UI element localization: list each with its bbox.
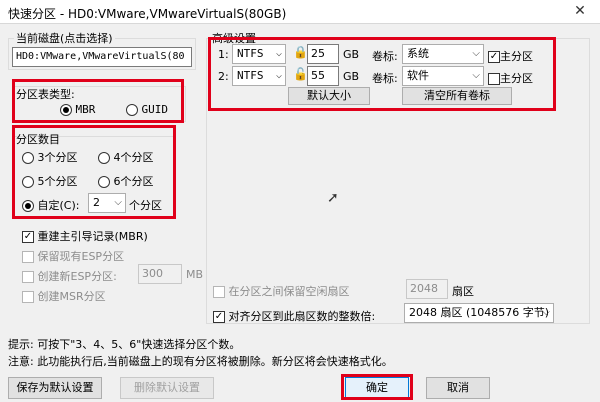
esp-size-input[interactable]: 300	[138, 264, 182, 284]
save-default-button[interactable]: 保存为默认设置	[8, 377, 102, 399]
align-select[interactable]: 2048 扇区 (1048576 字节) ⌵	[404, 303, 554, 323]
check-align-label: 对齐分区到此扇区数的整数倍:	[228, 310, 376, 323]
check-align[interactable]: ✓ 对齐分区到此扇区数的整数倍:	[213, 308, 375, 324]
reserve-unit: 扇区	[452, 285, 474, 298]
disk-selector[interactable]: HD0:VMware,VMwareVirtualS(80	[12, 47, 192, 67]
chevron-down-icon: ⌵	[542, 307, 550, 318]
check-create-msr-icon[interactable]	[22, 291, 34, 303]
hint-note: 注意: 此功能执行后,当前磁盘上的现有分区将被删除。新分区将会快速格式化。	[8, 355, 393, 368]
esp-size-unit: MB	[186, 268, 204, 281]
check-reserve-icon[interactable]	[213, 286, 225, 298]
check-keep-esp[interactable]: 保留现有ESP分区	[22, 248, 124, 264]
cancel-button[interactable]: 取消	[426, 377, 490, 399]
check-create-esp-icon[interactable]	[22, 271, 34, 283]
check-reserve-label: 在分区之间保留空闲扇区	[228, 285, 350, 298]
check-keep-esp-label: 保留现有ESP分区	[37, 250, 125, 263]
hint-tip: 提示: 可按下"3、4、5、6"快速选择分区个数。	[8, 338, 241, 351]
highlight-count	[12, 125, 176, 219]
check-create-msr-label: 创建MSR分区	[37, 290, 106, 303]
check-rebuild-mbr-icon[interactable]: ✓	[22, 231, 34, 243]
check-create-esp-label: 创建新ESP分区:	[37, 270, 117, 283]
delete-default-button[interactable]: 删除默认设置	[120, 377, 214, 399]
close-icon[interactable]: ✕	[560, 0, 600, 24]
check-reserve[interactable]: 在分区之间保留空闲扇区	[213, 283, 350, 299]
highlight-table-type	[12, 79, 184, 123]
highlight-ok	[341, 374, 413, 400]
check-rebuild-mbr-label: 重建主引导记录(MBR)	[37, 230, 148, 243]
reserve-input[interactable]: 2048	[406, 279, 448, 299]
align-value: 2048 扇区 (1048576 字节)	[409, 306, 550, 319]
check-create-msr[interactable]: 创建MSR分区	[22, 288, 106, 304]
check-keep-esp-icon[interactable]	[22, 251, 34, 263]
check-rebuild-mbr[interactable]: ✓ 重建主引导记录(MBR)	[22, 228, 148, 244]
check-align-icon[interactable]: ✓	[213, 311, 225, 323]
highlight-advanced	[208, 37, 556, 111]
window-title: 快速分区 - HD0:VMware,VMwareVirtualS(80GB)	[8, 7, 287, 21]
disk-group-label: 当前磁盘(点击选择)	[14, 30, 115, 46]
check-create-esp[interactable]: 创建新ESP分区:	[22, 268, 117, 284]
mouse-cursor-icon: ➚	[327, 190, 339, 206]
title-bar: 快速分区 - HD0:VMware,VMwareVirtualS(80GB) ✕	[0, 0, 600, 24]
